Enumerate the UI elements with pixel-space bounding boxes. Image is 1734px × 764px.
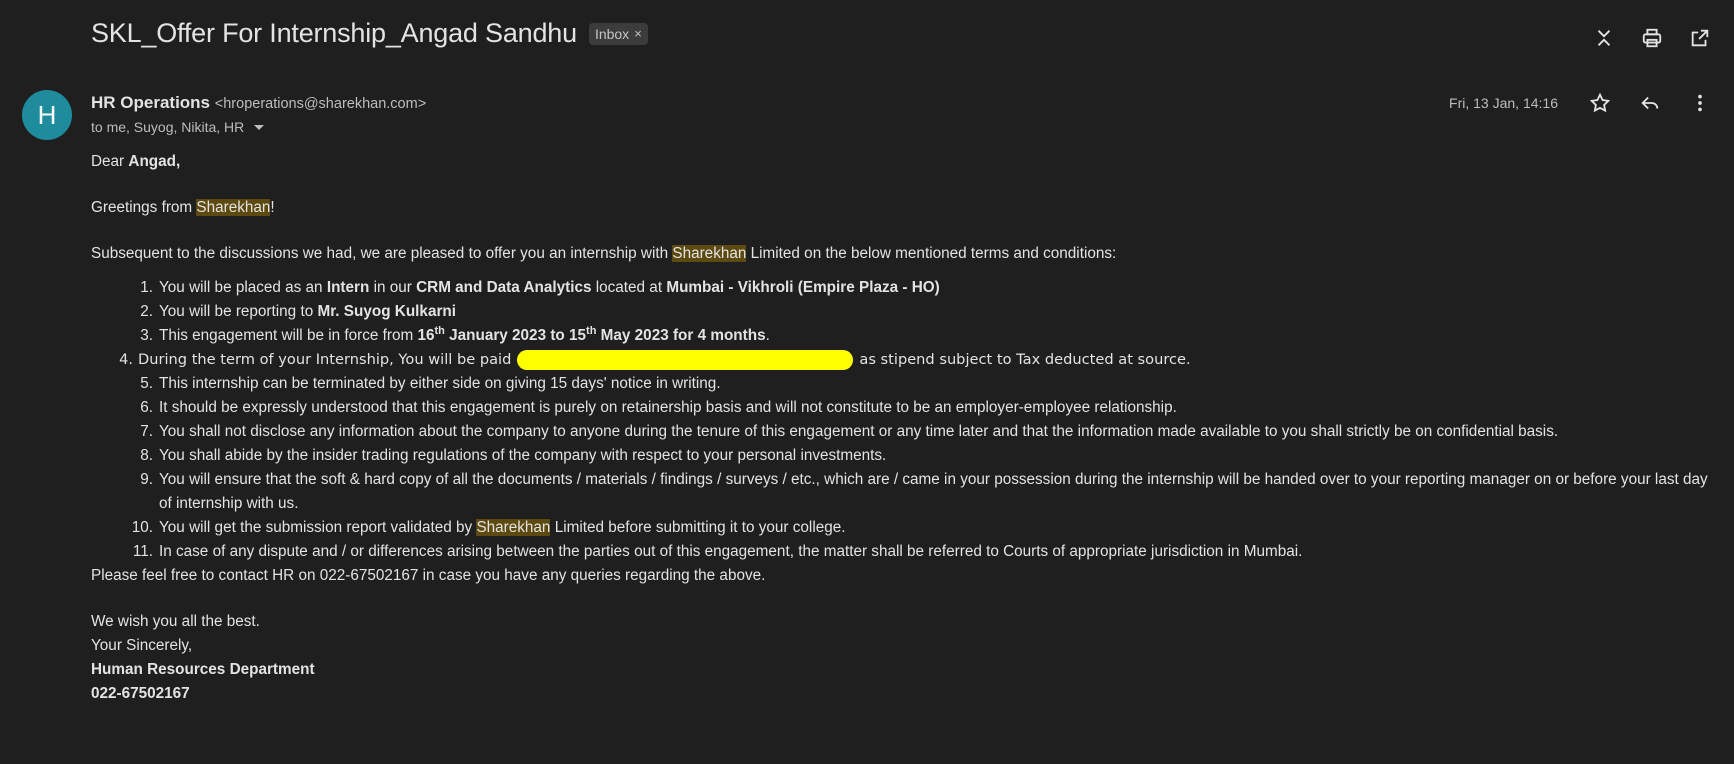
more-vert-icon bbox=[1698, 94, 1702, 112]
inbox-label-chip[interactable]: Inbox × bbox=[588, 22, 648, 45]
company-highlight: Sharekhan bbox=[672, 245, 747, 262]
item-number: 1. bbox=[140, 279, 153, 296]
label-text: Inbox bbox=[594, 25, 630, 42]
wish-line: We wish you all the best. bbox=[91, 613, 260, 630]
reply-icon bbox=[1641, 96, 1659, 110]
item-number: 11. bbox=[132, 543, 153, 560]
item-text: You will ensure that the soft & hard cop… bbox=[159, 471, 1708, 512]
greetings-suffix: ! bbox=[270, 199, 275, 216]
list-item: 1. You will be placed as an Intern in our… bbox=[91, 276, 1711, 300]
list-item: 11. In case of any dispute and / or diffe… bbox=[91, 540, 1711, 564]
item-number: 10. bbox=[131, 519, 153, 536]
list-item: 6. It should be expressly understood that… bbox=[91, 396, 1711, 420]
greeting-prefix: Dear bbox=[91, 153, 129, 170]
item-bold: CRM and Data Analytics bbox=[416, 279, 592, 296]
item-text: This internship can be terminated by eit… bbox=[159, 375, 721, 392]
list-item: 9. You will ensure that the soft & hard c… bbox=[91, 468, 1711, 516]
recipients-text: to me, Suyog, Nikita, HR bbox=[91, 119, 245, 135]
open-new-window-icon bbox=[1691, 29, 1709, 47]
ordinal-suffix: th bbox=[434, 324, 445, 337]
thread-actions bbox=[1590, 24, 1714, 52]
star-button[interactable] bbox=[1586, 89, 1614, 117]
recipients-line[interactable]: to me, Suyog, Nikita, HR bbox=[91, 119, 265, 135]
greetings-line: Greetings from Sharekhan! bbox=[91, 196, 1711, 220]
item-number: 9. bbox=[140, 471, 153, 488]
company-highlight: Sharekhan bbox=[196, 199, 271, 216]
terms-list: 1. You will be placed as an Intern in our… bbox=[91, 276, 1711, 564]
company-highlight: Sharekhan bbox=[476, 519, 551, 536]
item-text: This engagement will be in force from bbox=[159, 327, 418, 344]
list-item: 4. During the term of your Internship, Yo… bbox=[91, 348, 1711, 372]
item-text: You will be reporting to bbox=[159, 303, 318, 320]
sender-name[interactable]: HR Operations bbox=[91, 93, 210, 112]
chevron-down-icon[interactable] bbox=[254, 124, 265, 130]
item-number: 2. bbox=[140, 303, 153, 320]
dept-name: Human Resources Department bbox=[91, 661, 315, 678]
item-text: in our bbox=[369, 279, 417, 296]
expand-collapse-button[interactable] bbox=[1590, 24, 1618, 52]
star-icon bbox=[1589, 92, 1611, 113]
item-text: During the term of your Internship, You … bbox=[138, 351, 512, 368]
sender-line: HR Operations <hroperations@sharekhan.co… bbox=[91, 93, 426, 113]
item-text: You will be placed as an bbox=[159, 279, 327, 296]
email-subject: SKL_Offer For Internship_Angad Sandhu bbox=[91, 18, 577, 48]
email-body: Dear Angad, Greetings from Sharekhan! Su… bbox=[91, 150, 1711, 706]
signature-dept: Human Resources Department bbox=[91, 658, 1711, 682]
message-date: Fri, 13 Jan, 14:16 bbox=[1449, 95, 1558, 111]
open-new-window-button[interactable] bbox=[1686, 24, 1714, 52]
item-bold: 16th January 2023 to 15th May 2023 for 4… bbox=[417, 324, 766, 344]
item-number: 7. bbox=[140, 423, 153, 440]
item-text: In case of any dispute and / or differen… bbox=[159, 543, 1303, 560]
print-icon bbox=[1642, 28, 1662, 48]
redaction-mark bbox=[517, 350, 854, 370]
signature-phone: 022-67502167 bbox=[91, 682, 1711, 706]
list-item: 2. You will be reporting to Mr. Suyog Kul… bbox=[91, 300, 1711, 324]
print-button[interactable] bbox=[1638, 24, 1666, 52]
item-text: You shall not disclose any information a… bbox=[159, 423, 1559, 440]
message-actions: Fri, 13 Jan, 14:16 bbox=[1449, 89, 1714, 117]
list-item: 3. This engagement will be in force from … bbox=[91, 324, 1711, 348]
list-item: 10. You will get the submission report va… bbox=[91, 516, 1711, 540]
item-number: 5. bbox=[140, 375, 153, 392]
remove-label-button[interactable]: × bbox=[634, 26, 642, 41]
item-text: You will get the submission report valid… bbox=[159, 519, 477, 536]
avatar[interactable]: H bbox=[22, 90, 72, 140]
item-text: It should be expressly understood that t… bbox=[159, 399, 1177, 416]
greeting-name: Angad, bbox=[128, 153, 181, 170]
more-options-button[interactable] bbox=[1686, 89, 1714, 117]
item-bold-part: May 2023 for 4 months bbox=[596, 327, 766, 344]
item-text: located at bbox=[591, 279, 667, 296]
list-item: 7. You shall not disclose any information… bbox=[91, 420, 1711, 444]
item-bold: Mr. Suyog Kulkarni bbox=[317, 303, 456, 320]
item-text: . bbox=[765, 327, 770, 344]
item-text: Limited before submitting it to your col… bbox=[550, 519, 846, 536]
item-number: 6. bbox=[140, 399, 153, 416]
sender-email: <hroperations@sharekhan.com> bbox=[214, 96, 427, 112]
list-item: 8. You shall abide by the insider trading… bbox=[91, 444, 1711, 468]
closing-line: Your Sincerely, bbox=[91, 637, 193, 654]
item-text: You shall abide by the insider trading r… bbox=[159, 447, 887, 464]
contact-line: Please feel free to contact HR on 022-67… bbox=[91, 567, 766, 584]
item-bold: Intern bbox=[326, 279, 370, 296]
intro-suffix: Limited on the below mentioned terms and… bbox=[746, 245, 1117, 262]
intro-prefix: Subsequent to the discussions we had, we… bbox=[91, 245, 673, 262]
greeting: Dear Angad, bbox=[91, 150, 1711, 174]
item-bold: Mumbai - Vikhroli (Empire Plaza - HO) bbox=[666, 279, 940, 296]
list-item: 5. This internship can be terminated by e… bbox=[91, 372, 1711, 396]
item-bold-part: 16 bbox=[417, 327, 435, 344]
item-bold-part: January 2023 to 15 bbox=[444, 327, 587, 344]
item-text: as stipend subject to Tax deducted at so… bbox=[859, 351, 1191, 368]
expand-collapse-icon bbox=[1597, 30, 1611, 46]
reply-button[interactable] bbox=[1636, 89, 1664, 117]
item-number: 4. bbox=[119, 351, 133, 368]
intro-line: Subsequent to the discussions we had, we… bbox=[91, 242, 1711, 266]
ordinal-suffix: th bbox=[586, 324, 597, 337]
item-number: 3. bbox=[140, 327, 153, 344]
phone-number: 022-67502167 bbox=[91, 685, 190, 702]
greetings-prefix: Greetings from bbox=[91, 199, 197, 216]
subject-row: SKL_Offer For Internship_Angad Sandhu In… bbox=[91, 18, 648, 49]
item-number: 8. bbox=[140, 447, 153, 464]
